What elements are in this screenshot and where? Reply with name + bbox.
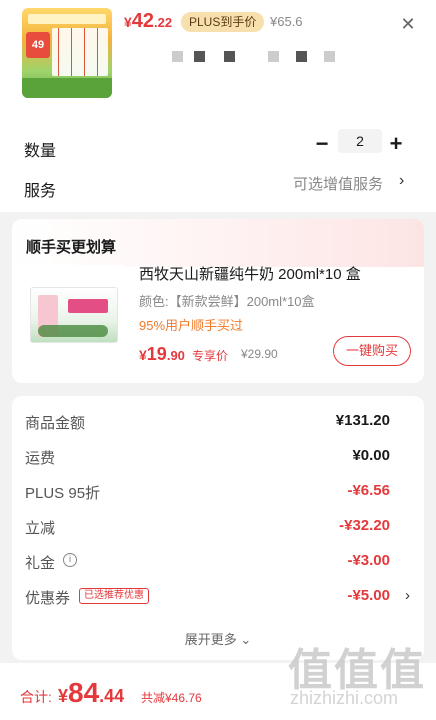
addon-product-spec: 颜色:【新款尝鲜】200ml*10盒 <box>139 294 315 309</box>
addon-promo-text: 95%用户顺手买过 <box>139 318 244 333</box>
addon-header: 顺手买更划算 <box>12 219 424 267</box>
service-row[interactable]: 服务 可选增值服务 › <box>0 166 436 206</box>
total-saved: 共减¥46.76 <box>141 691 202 705</box>
addon-product-name[interactable]: 西牧天山新疆纯牛奶 200ml*10 盒 <box>139 263 361 284</box>
chevron-right-icon: › <box>399 172 405 189</box>
addon-original-price: ¥29.90 <box>241 347 278 361</box>
addon-card: 顺手买更划算 西牧天山新疆纯牛奶 200ml*10 盒 颜色:【新款尝鲜】200… <box>12 219 424 383</box>
quantity-decrease-button[interactable]: − <box>312 130 332 158</box>
summary-row-subtotal: 商品金额 ¥131.20 <box>25 412 390 432</box>
chevron-right-icon: › <box>405 587 410 604</box>
addon-title: 顺手买更划算 <box>26 239 117 256</box>
quantity-input[interactable]: 2 <box>338 129 382 153</box>
addon-product-image[interactable] <box>24 265 124 365</box>
quantity-increase-button[interactable]: + <box>386 130 406 158</box>
thumbnail-badge: 49 <box>26 32 50 58</box>
one-click-buy-button[interactable]: 一键购买 <box>333 336 411 366</box>
summary-row-gift-money: 礼金 i -¥3.00 <box>25 552 390 572</box>
quantity-label: 数量 <box>24 143 57 160</box>
watermark: 值值值 zhizhizhi.com <box>284 630 434 720</box>
plus-price-tag: PLUS到手价 <box>181 12 265 32</box>
product-header: 49 ¥42.22 PLUS到手价 ¥65.6 ✕ <box>0 0 436 126</box>
summary-row-instant-discount: 立减 -¥32.20 <box>25 517 390 537</box>
summary-row-plus-discount: PLUS 95折 -¥6.56 <box>25 482 390 502</box>
watermark-url: zhizhizhi.com <box>290 688 399 708</box>
thumbnail-milk-boxes <box>52 28 108 76</box>
addon-price: ¥19.90 <box>139 344 185 364</box>
service-value: 可选增值服务 <box>293 176 384 193</box>
spec-placeholder-row <box>172 51 342 63</box>
section-padding <box>0 206 436 212</box>
service-label: 服务 <box>24 183 57 200</box>
coupon-selected-tag: 已选推荐优惠 <box>79 588 149 604</box>
summary-row-coupon[interactable]: 优惠券 已选推荐优惠 -¥5.00 › <box>12 583 424 613</box>
total-label: 合计: <box>20 689 52 705</box>
original-price: ¥65.6 <box>270 14 303 29</box>
product-thumbnail[interactable]: 49 <box>22 8 112 98</box>
close-icon[interactable]: ✕ <box>398 14 418 34</box>
info-icon[interactable]: i <box>63 553 77 567</box>
price-summary: 商品金额 ¥131.20 运费 ¥0.00 PLUS 95折 -¥6.56 立减… <box>12 396 424 660</box>
addon-exclusive-label: 专享价 <box>192 349 229 363</box>
summary-row-shipping: 运费 ¥0.00 <box>25 447 390 467</box>
quantity-row: 数量 − 2 + <box>0 126 436 166</box>
total-price: ¥84.44 <box>58 677 125 708</box>
thumbnail-grass <box>22 78 112 98</box>
product-price: ¥42.22 <box>124 10 173 32</box>
thumbnail-banner <box>28 14 106 24</box>
